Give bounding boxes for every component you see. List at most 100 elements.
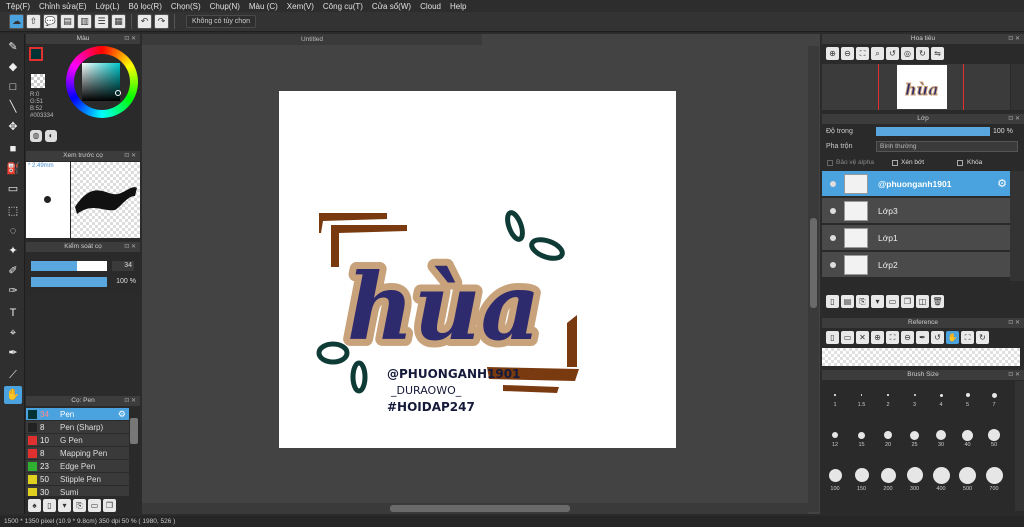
menu-item[interactable]: Bộ lọc(R) — [129, 2, 162, 11]
menu-item[interactable]: Help — [450, 2, 466, 11]
ref-rotate-icon[interactable]: ↺ — [931, 331, 944, 344]
layer-row[interactable]: Lớp2 — [822, 252, 1010, 278]
reference-canvas[interactable] — [822, 348, 1020, 366]
brush-size-option[interactable] — [965, 393, 970, 397]
ref-zoom-out-icon[interactable]: ⊖ — [901, 331, 914, 344]
rotate-right-icon[interactable]: ↻ — [916, 47, 929, 60]
brush-size-option[interactable] — [988, 429, 1000, 441]
grid-icon[interactable]: ▦ — [111, 14, 126, 29]
brush-add-icon[interactable]: ♠ — [28, 499, 41, 512]
select-rect-icon[interactable]: ⬚ — [4, 202, 22, 220]
layer-row[interactable]: Lớp3 — [822, 198, 1010, 224]
new-layer-copy-icon[interactable]: ▤ — [841, 295, 854, 308]
menu-item[interactable]: Lớp(L) — [96, 2, 120, 11]
layer-row[interactable]: @phuonganh1901 ⚙ — [822, 171, 1010, 197]
menu-item[interactable]: Chụp(N) — [210, 2, 240, 11]
brush-item[interactable]: 8 Pen (Sharp) — [26, 421, 129, 434]
brush-size-option[interactable] — [858, 431, 865, 439]
transparent-color-swatch[interactable] — [31, 74, 45, 88]
brush-list-scrollbar[interactable] — [130, 418, 138, 444]
eraser-tool-icon[interactable]: ◆ — [4, 58, 22, 76]
layer-visibility-icon[interactable] — [830, 234, 836, 241]
delete-layer-icon[interactable]: 🗑 — [931, 295, 944, 308]
menu-item[interactable]: Màu (C) — [249, 2, 278, 11]
list-icon[interactable]: ☰ — [94, 14, 109, 29]
ruler-tool-icon[interactable]: ⟋ — [4, 366, 22, 384]
speech-bubble-icon[interactable]: 💬 — [43, 14, 58, 29]
layer-visibility-icon[interactable] — [830, 207, 836, 214]
line-tool-icon[interactable]: ╲ — [4, 98, 22, 116]
brush-size-option[interactable] — [936, 430, 946, 440]
brush-size-option[interactable] — [962, 429, 973, 441]
menu-item[interactable]: Cloud — [420, 2, 441, 11]
ref-rotate-right-icon[interactable]: ↻ — [976, 331, 989, 344]
ref-open-icon[interactable]: ▭ — [841, 331, 854, 344]
comment-icon[interactable]: ▤ — [60, 14, 75, 29]
ref-new-icon[interactable]: ▯ — [826, 331, 839, 344]
gear-icon[interactable]: ⚙ — [997, 177, 1007, 190]
redo-icon[interactable]: ↷ — [154, 14, 169, 29]
layer-list-scrollbar[interactable] — [1010, 171, 1024, 281]
brush-size-option[interactable] — [834, 394, 836, 396]
brush-size-option[interactable] — [854, 468, 869, 482]
menu-item[interactable]: Công cụ(T) — [323, 2, 363, 11]
rotate-left-icon[interactable]: ↺ — [886, 47, 899, 60]
horizontal-scrollbar[interactable] — [142, 503, 808, 514]
menu-item[interactable]: Xem(V) — [287, 2, 314, 11]
hand-tool-icon[interactable]: ✋ — [4, 386, 22, 404]
gradient-tool-icon[interactable]: ▭ — [4, 180, 22, 198]
brush-size-option[interactable] — [991, 392, 997, 398]
brush-size-scrollbar[interactable] — [1015, 381, 1024, 511]
ref-close-icon[interactable]: ✕ — [856, 331, 869, 344]
cloud-icon[interactable]: ☁ — [9, 14, 24, 29]
brush-size-option[interactable] — [860, 394, 863, 396]
brush-size-option[interactable] — [932, 466, 950, 484]
new-brush-icon[interactable]: ▯ — [43, 499, 56, 512]
folder-icon[interactable]: ▭ — [88, 499, 101, 512]
clear-layer-icon[interactable]: ◫ — [916, 295, 929, 308]
brush-size-slider[interactable] — [31, 261, 107, 271]
vertical-scrollbar[interactable] — [808, 46, 819, 512]
rotate-reset-icon[interactable]: ◎ — [901, 47, 914, 60]
brush-size-value[interactable]: 34 — [112, 261, 134, 271]
menu-item[interactable]: Tệp(F) — [6, 2, 30, 11]
operation-tool-icon[interactable]: ⌖ — [4, 324, 22, 342]
brush-size-option[interactable] — [959, 466, 976, 484]
brush-item[interactable]: 34 Pen ⚙ — [26, 408, 129, 421]
ref-fit-icon[interactable]: ⛶ — [886, 331, 899, 344]
saturation-value-square[interactable] — [82, 63, 120, 101]
duplicate-icon[interactable]: ❐ — [103, 499, 116, 512]
brush-size-option[interactable] — [906, 467, 923, 483]
brush-size-option[interactable] — [887, 394, 889, 396]
menu-item[interactable]: Chỉnh sửa(E) — [39, 2, 87, 11]
brush-size-option[interactable] — [828, 468, 842, 482]
flip-icon[interactable]: ⇋ — [931, 47, 944, 60]
layer-menu-icon[interactable]: ▾ — [871, 295, 884, 308]
ref-zoom-in-icon[interactable]: ⊕ — [871, 331, 884, 344]
brush-size-option[interactable] — [884, 431, 892, 439]
layer-opacity-slider[interactable] — [876, 127, 990, 136]
lasso-tool-icon[interactable]: ◌ — [4, 222, 22, 240]
foreground-color-swatch[interactable] — [29, 47, 43, 61]
bucket-tool-icon[interactable]: ⛽ — [4, 160, 22, 178]
zoom-out-icon[interactable]: ⊖ — [841, 47, 854, 60]
palette-swap-icon[interactable]: ◐ — [45, 130, 57, 142]
gear-icon[interactable]: ⚙ — [118, 409, 126, 420]
rect-shape-icon[interactable]: □ — [4, 78, 22, 96]
ref-hand-icon[interactable]: ✋ — [946, 331, 959, 344]
brush-opacity-slider[interactable] — [31, 277, 107, 287]
fill-rect-icon[interactable]: ■ — [4, 140, 22, 158]
lock-checkbox[interactable] — [957, 160, 963, 166]
zoom-in-icon[interactable]: ⊕ — [826, 47, 839, 60]
fit-icon[interactable]: ⛶ — [856, 47, 869, 60]
brush-menu-icon[interactable]: ▾ — [58, 499, 71, 512]
brush-size-option[interactable] — [913, 394, 916, 396]
document-tab[interactable]: Untitled — [142, 34, 482, 45]
brush-item[interactable]: 8 Mapping Pen — [26, 447, 129, 460]
brush-item[interactable]: 10 G Pen — [26, 434, 129, 447]
brush-size-option[interactable] — [985, 466, 1003, 484]
move-tool-icon[interactable]: ✥ — [4, 118, 22, 136]
undo-icon[interactable]: ↶ — [137, 14, 152, 29]
new-layer-icon[interactable]: ▯ — [826, 295, 839, 308]
ref-eyedropper-icon[interactable]: ✒ — [916, 331, 929, 344]
